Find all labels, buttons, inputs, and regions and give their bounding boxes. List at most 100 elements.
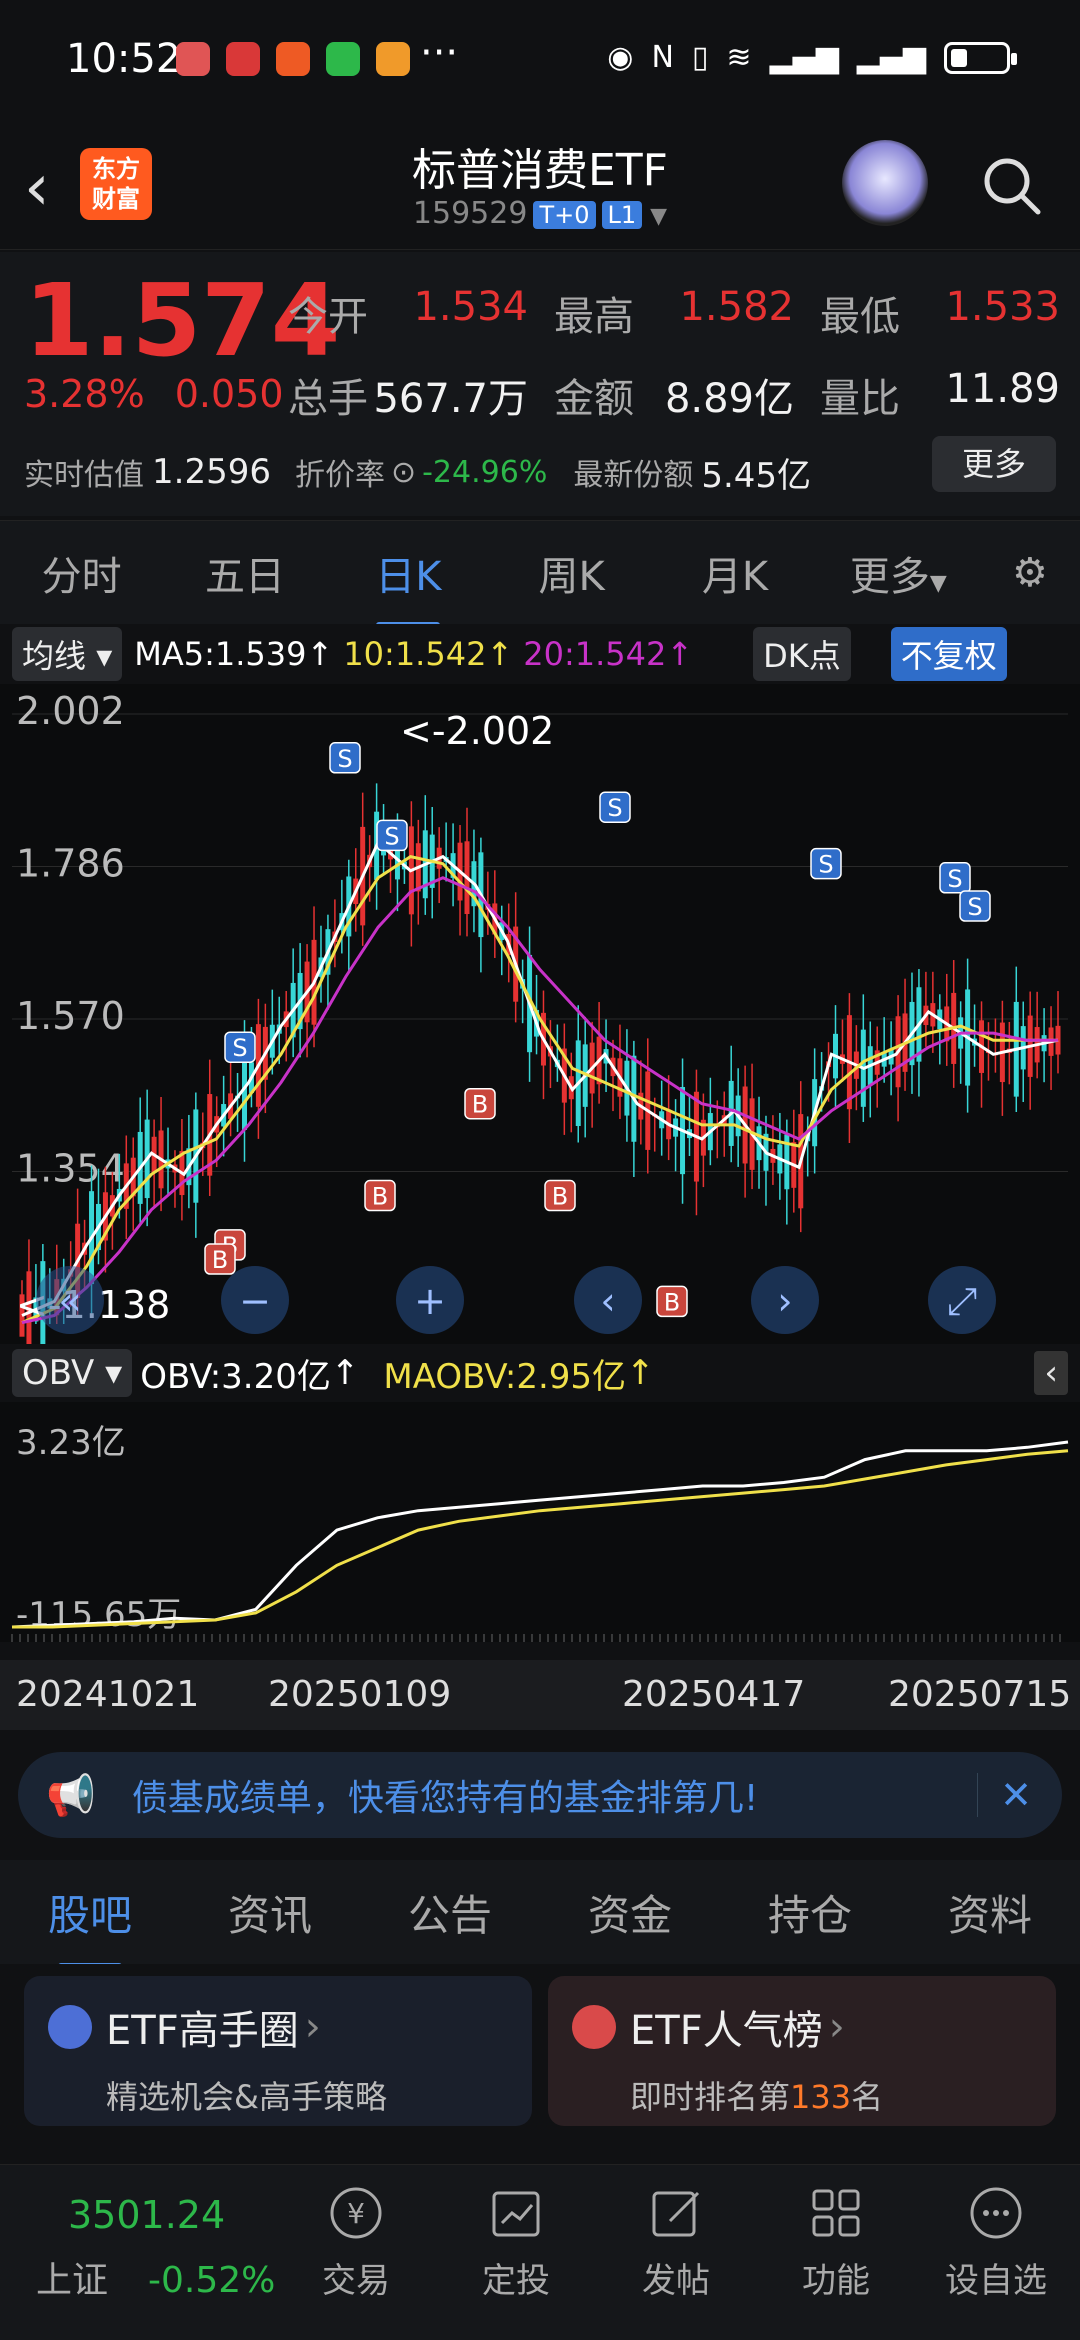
price-change: 3.28% 0.050	[24, 372, 314, 416]
wifi-icon: ≋	[726, 40, 752, 75]
dk-point-button[interactable]: DK点	[753, 627, 851, 681]
sell-marker-label: S	[818, 851, 833, 879]
tab-intraday[interactable]: 分时	[0, 544, 163, 602]
date-axis: 20241021 20250109 20250417 20250715	[0, 1660, 1080, 1730]
tab-weekly-k[interactable]: 周K	[490, 544, 653, 602]
zoom-in-icon[interactable]: +	[396, 1266, 464, 1334]
nav-post[interactable]: 发帖	[606, 2183, 746, 2302]
obv-selector-button[interactable]: OBV ▾	[12, 1349, 133, 1397]
battery-icon	[944, 41, 1017, 74]
ma20-value: 20:1.542	[523, 635, 667, 673]
tab-announcement[interactable]: 公告	[360, 1882, 540, 1943]
nav-label: 定投	[482, 2261, 550, 2301]
nav-start-icon[interactable]: «	[36, 1266, 104, 1334]
index-ticker[interactable]: 3501.24 上证 -0.52%	[36, 2189, 286, 2303]
signal-icon-2: ▂▄▆	[856, 40, 926, 75]
nav-trade[interactable]: ¥ 交易	[286, 2183, 426, 2302]
y-tick-label: 1.570	[16, 994, 125, 1038]
svg-text:«: «	[58, 1279, 81, 1323]
obv-selector-label: OBV	[22, 1353, 95, 1393]
index-value: 3501.24	[68, 2193, 226, 2237]
high-label: 最高	[554, 294, 634, 340]
svg-text:⤢: ⤢	[947, 1279, 977, 1323]
y-tick-label: 1.786	[16, 842, 125, 886]
date-label: 20250109	[268, 1674, 452, 1715]
status-time: 10:52	[66, 36, 182, 82]
volume-label: 总手	[288, 376, 368, 422]
eye-icon: ◉	[607, 40, 634, 75]
collapse-panel-icon[interactable]: ‹	[1034, 1351, 1068, 1395]
fullscreen-icon[interactable]: ⤢	[928, 1266, 996, 1334]
grid-icon	[812, 2189, 860, 2237]
tab-profile[interactable]: 资料	[900, 1882, 1080, 1943]
tab-more[interactable]: 更多▼	[817, 544, 980, 602]
up-arrow-icon: ↑	[666, 635, 694, 673]
more-notifications-icon: ···	[420, 30, 459, 76]
svg-text:‹: ‹	[600, 1279, 615, 1323]
quote-panel: 1.574 3.28% 0.050 今开 1.534 最高 1.582 最低 1.533…	[0, 252, 1080, 516]
tab-guba[interactable]: 股吧	[0, 1882, 180, 1969]
caret-down-icon: ▼	[929, 570, 947, 596]
info-tabs: 股吧 资讯 公告 资金 持仓 资料	[0, 1860, 1080, 1969]
settings-icon[interactable]: ⚙	[980, 550, 1080, 596]
app-notification-icon-2	[276, 42, 310, 76]
svg-text:›: ›	[777, 1279, 792, 1323]
app-notification-icon-3	[376, 42, 410, 76]
sell-marker-label: S	[337, 745, 352, 773]
more-button[interactable]: 更多	[932, 436, 1056, 492]
card-title: ETF人气榜	[630, 2008, 823, 2054]
close-icon[interactable]: ✕	[977, 1773, 1032, 1817]
stock-code: 159529	[412, 196, 528, 231]
date-label: 20250417	[622, 1674, 806, 1715]
sell-marker-label: S	[967, 893, 982, 921]
card-title: ETF高手圈	[106, 2008, 299, 2054]
tab-news[interactable]: 资讯	[180, 1882, 360, 1943]
ma-line-10	[21, 854, 1058, 1324]
volume-ratio-label: 量比	[820, 376, 900, 422]
scroll-left-icon[interactable]: ‹	[574, 1266, 642, 1334]
zoom-out-icon[interactable]: −	[221, 1266, 289, 1334]
search-icon[interactable]	[980, 154, 1042, 216]
kline-chart[interactable]: 2.0021.7861.5701.354<-2.002<-1.138BBBBBB…	[0, 684, 1080, 1344]
info-icon[interactable]: ⊙	[391, 455, 416, 490]
nav-label: 交易	[322, 2261, 390, 2301]
estimate-row: 实时估值 1.2596 折价率 ⊙ -24.96% 最新份额 5.45亿	[24, 442, 1080, 502]
wechat-icon	[326, 42, 360, 76]
low-label: 最低	[820, 294, 900, 340]
amount-value: 8.89亿	[664, 376, 794, 422]
ma-line-ma5	[21, 840, 1059, 1317]
status-indicators: ◉ N ▯ ≋ ▂▄▆ ▂▄▆	[607, 40, 1017, 75]
nav-label: 设自选	[945, 2261, 1047, 2301]
nav-add-watchlist[interactable]: 设自选	[926, 2183, 1066, 2302]
tab-holdings[interactable]: 持仓	[720, 1882, 900, 1943]
ma5-value: MA5:1.539	[134, 635, 307, 673]
nav-functions[interactable]: 功能	[766, 2183, 906, 2302]
no-adjust-button[interactable]: 不复权	[890, 627, 1007, 681]
etf-popularity-card[interactable]: ETF人气榜 › 即时排名第133名	[548, 1976, 1056, 2126]
ma-selector-button[interactable]: 均线 ▾	[12, 627, 123, 681]
y-tick-label: 2.002	[16, 689, 125, 733]
promo-banner[interactable]: 📢 债基成绩单，快看您持有的基金排第几! ✕	[18, 1752, 1062, 1838]
robot-assistant-icon[interactable]	[842, 140, 928, 226]
volume-ratio-value: 11.89	[945, 366, 1060, 412]
tab-five-day[interactable]: 五日	[163, 544, 326, 602]
index-name: 上证	[36, 2260, 109, 2301]
l1-badge: L1	[601, 201, 643, 229]
tab-monthly-k[interactable]: 月K	[653, 544, 816, 602]
tab-funds[interactable]: 资金	[540, 1882, 720, 1943]
nav-invest-plan[interactable]: 定投	[446, 2183, 586, 2302]
tab-daily-k[interactable]: 日K	[327, 544, 490, 628]
ma-line-20	[21, 876, 1058, 1325]
obv-legend-bar: OBV ▾ OBV:3.20亿 ↑ MAOBV:2.95亿 ↑ ‹	[0, 1344, 1080, 1402]
scroll-right-icon[interactable]: ›	[751, 1266, 819, 1334]
rank-prefix: 即时排名第	[630, 2078, 791, 2116]
more-dots-icon	[970, 2187, 1022, 2239]
up-arrow-icon: ↑	[486, 635, 514, 673]
signal-icon: ▂▄▆	[769, 40, 839, 75]
app-header: ‹ 东方 财富 标普消费ETF 159529 T+0 L1 ▼	[0, 120, 1080, 250]
etf-expert-card[interactable]: ETF高手圈 › 精选机会&高手策略	[24, 1976, 532, 2126]
y-tick-label: 1.354	[16, 1147, 125, 1191]
high-value: 1.582	[679, 284, 794, 330]
card-subtitle: 即时排名第133名	[630, 2072, 1032, 2118]
buy-marker-label: B	[472, 1091, 488, 1119]
